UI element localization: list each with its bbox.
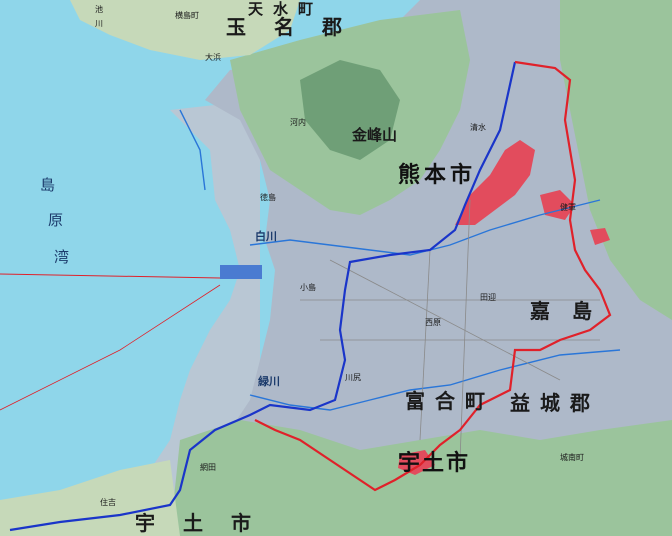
kawashiri-label: 川尻 [345,373,361,382]
tomiai-town-label: 富合町 [405,389,485,413]
hiroki-label: 城南町 [560,452,584,462]
kumamoto-city-label: 熊本市 [398,162,472,188]
kawa-label: 川 [95,19,103,28]
topographic-map[interactable]: 天水町 玉名郡 横島町 島 原 湾 熊本市 金峰山 白川 緑川 嘉島 益城郡 富… [0,0,672,536]
kinpozan-label: 金峰山 [351,126,397,144]
ojima-label: 小島 [300,282,316,292]
bay-label-2: 原 [48,211,63,229]
nagasu-label: 大浜 [205,52,221,62]
uto-city-south-label: 宇土市 [135,511,251,535]
tagawa-label: 田迎 [480,292,496,302]
yokoshima-town-label: 横島町 [175,10,199,20]
ike-label: 池 [95,4,103,14]
shimizu-label: 清水 [470,122,486,132]
uto-city-label: 宇土市 [398,450,468,476]
bay-label-3: 湾 [54,248,69,266]
tokushima-label: 徳島 [260,192,276,202]
tamana-gun-label: 玉名郡 [226,15,342,39]
midorikawa-label: 緑川 [258,374,280,388]
map-canvas: 天水町 玉名郡 横島町 島 原 湾 熊本市 金峰山 白川 緑川 嘉島 益城郡 富… [0,0,672,536]
sumiyoshi-label: 住吉 [100,497,116,507]
oshima-label: 網田 [200,462,216,472]
shirokawa-label: 白川 [255,229,277,243]
kengun-label: 健軍 [560,202,576,212]
bay-label-1: 島 [40,176,55,194]
nishihara-label: 西原 [425,318,441,327]
mashiki-gun-label: 益城郡 [510,391,590,415]
kawachi-label: 河内 [290,117,306,127]
reclamation-pier [220,265,262,279]
